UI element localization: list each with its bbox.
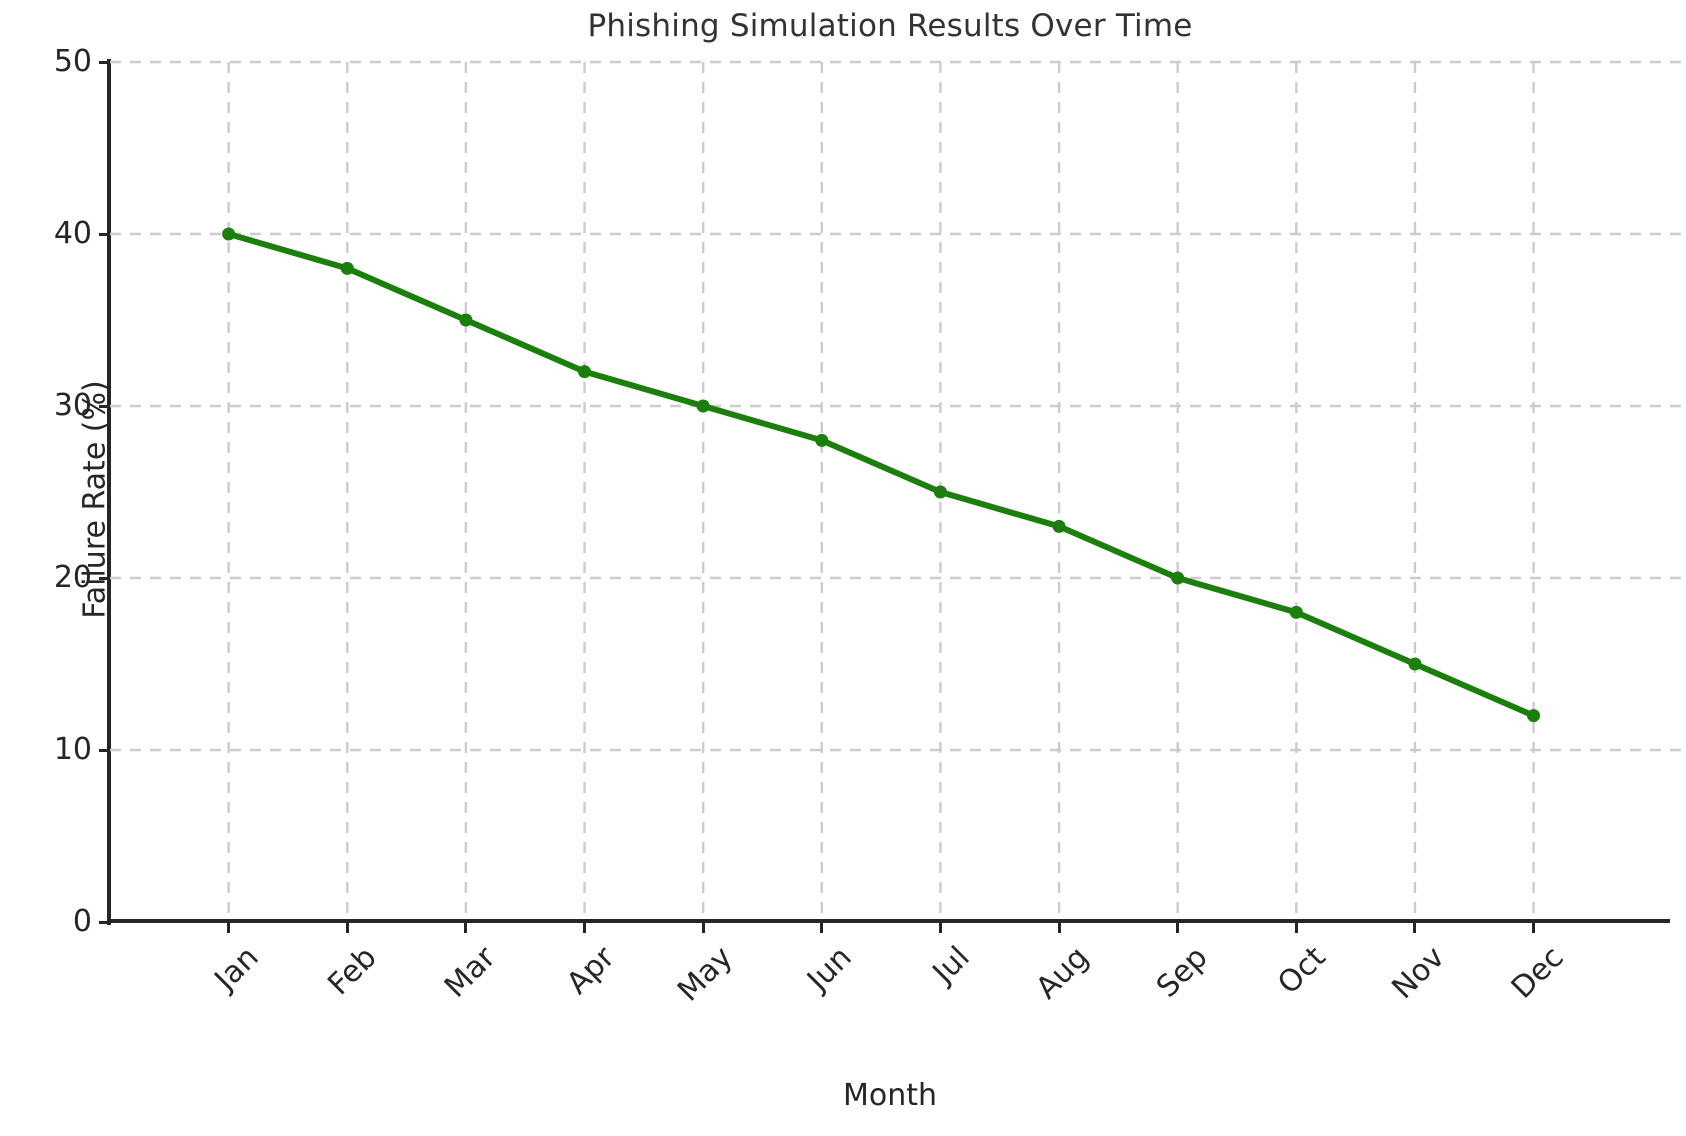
data-point-marker [222, 227, 236, 241]
x-axis-tick-mark [1294, 922, 1298, 933]
x-axis-tick-label: Nov [1385, 939, 1452, 1007]
x-axis-tick-mark [583, 922, 587, 933]
data-point-marker [1052, 519, 1066, 533]
x-axis-tick-label: Aug [1029, 939, 1096, 1007]
x-axis-tick-label: Mar [437, 939, 503, 1005]
data-point-marker [340, 261, 354, 275]
x-axis-tick-label: Dec [1504, 939, 1571, 1006]
data-point-marker [1289, 605, 1303, 619]
x-axis-tick-mark [1413, 922, 1417, 933]
x-axis-tick-label: Sep [1149, 939, 1215, 1005]
data-point-marker [933, 485, 947, 499]
x-axis-tick-mark [701, 922, 705, 933]
series-line-failure-rate [225, 231, 1537, 719]
x-axis-tick-label: Oct [1271, 939, 1333, 1002]
chart-title: Phishing Simulation Results Over Time [587, 8, 1193, 44]
y-axis-tick-mark [99, 60, 110, 64]
x-axis-tick-mark [345, 922, 349, 933]
x-axis-tick-mark [938, 922, 942, 933]
x-axis-tick-mark [227, 922, 231, 933]
y-axis-label: Failure Rate (%) [77, 380, 113, 619]
chart-figure: Phishing Simulation Results Over Time 01… [0, 0, 1686, 1136]
x-axis-tick-mark [1176, 922, 1180, 933]
x-axis-tick-mark [1057, 922, 1061, 933]
x-axis-tick-label: Jun [800, 939, 859, 998]
x-axis-tick-mark [820, 922, 824, 933]
data-point-marker [578, 365, 592, 379]
x-axis-tick-mark [464, 922, 468, 933]
data-point-marker [815, 433, 829, 447]
data-series-line [222, 227, 1541, 723]
data-point-marker [1408, 657, 1422, 671]
data-point-marker [459, 313, 473, 327]
data-point-marker [1527, 709, 1541, 723]
plot-area [110, 60, 1686, 922]
x-axis-tick-label: Jan [207, 939, 266, 998]
x-axis-tick-label: Apr [559, 939, 622, 1002]
x-axis-tick-label: Jul [926, 939, 978, 991]
x-axis-tick-label: May [671, 939, 740, 1009]
x-axis-tick-label: Feb [321, 939, 384, 1003]
x-axis-tick-mark [1532, 922, 1536, 933]
x-axis-label: Month [842, 1078, 938, 1113]
data-point-marker [696, 399, 710, 413]
data-point-marker [1171, 571, 1185, 585]
